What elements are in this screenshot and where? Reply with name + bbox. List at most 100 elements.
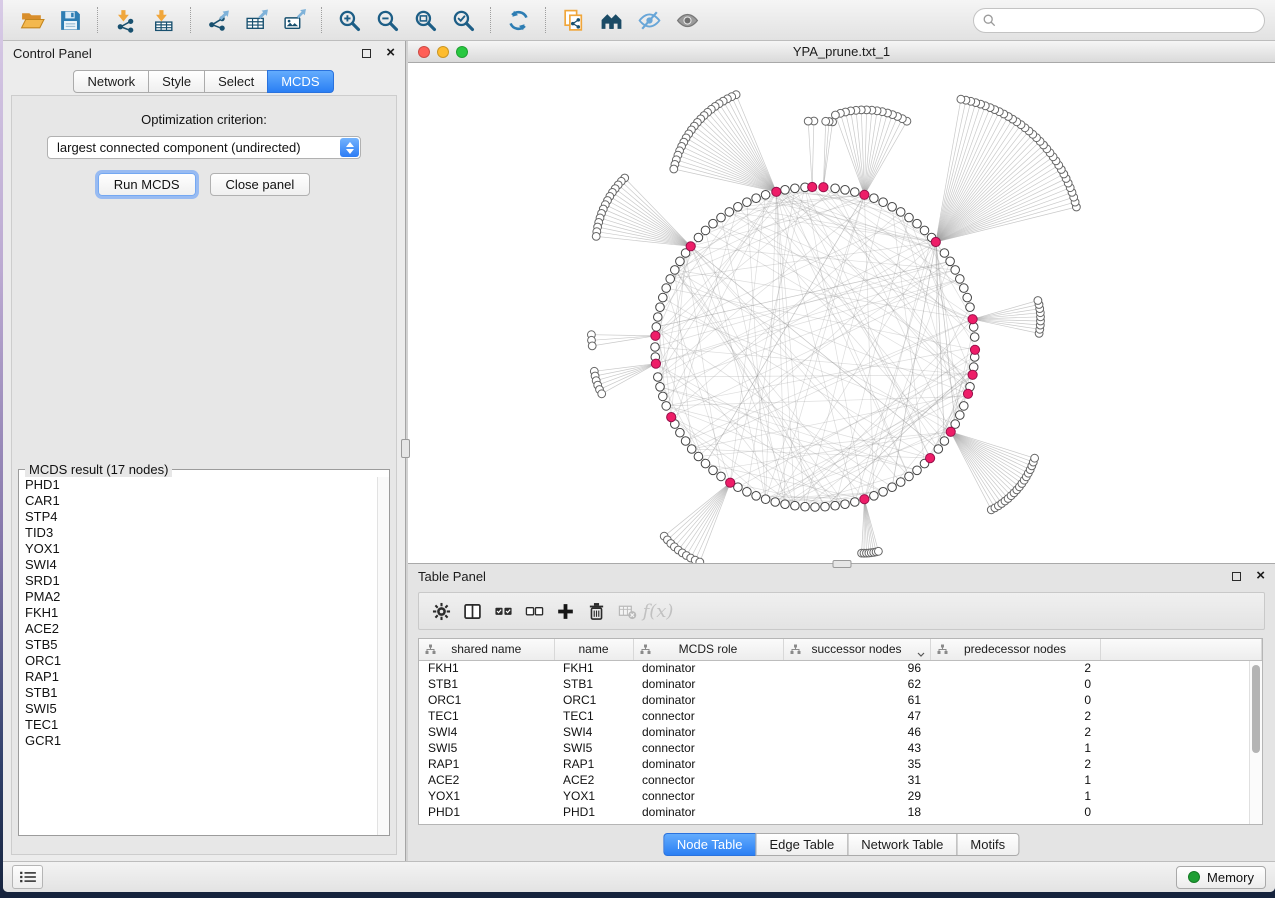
mcds-result-item[interactable]: RAP1 [19, 669, 389, 685]
mcds-result-item[interactable]: YOX1 [19, 541, 389, 557]
run-mcds-button[interactable]: Run MCDS [98, 173, 196, 196]
ring-node[interactable] [831, 501, 840, 510]
mcds-result-item[interactable]: PHD1 [19, 477, 389, 493]
open-file-button[interactable] [16, 5, 48, 35]
mcds-node[interactable] [931, 237, 940, 246]
table-row[interactable]: ORC1ORC1dominator610 [419, 692, 1262, 708]
tab-mcds[interactable]: MCDS [267, 70, 333, 93]
mcds-result-item[interactable]: STB5 [19, 637, 389, 653]
leaf-node[interactable] [598, 390, 606, 398]
tab-style[interactable]: Style [148, 70, 205, 93]
ring-node[interactable] [709, 466, 718, 475]
ring-node[interactable] [681, 437, 690, 446]
ring-node[interactable] [913, 219, 922, 228]
column-header-successor-nodes[interactable]: successor nodes [783, 639, 930, 660]
ring-node[interactable] [940, 437, 949, 446]
close-panel-icon[interactable]: × [1256, 571, 1265, 581]
export-network-button[interactable] [202, 5, 234, 35]
deselect-all-rows-button[interactable] [522, 599, 546, 623]
column-header-name[interactable]: name [554, 639, 633, 660]
import-network-button[interactable] [109, 5, 141, 35]
ring-node[interactable] [960, 402, 969, 411]
ring-node[interactable] [651, 343, 660, 352]
ring-node[interactable] [654, 313, 663, 322]
ring-node[interactable] [694, 233, 703, 242]
ring-node[interactable] [701, 226, 710, 235]
ring-node[interactable] [656, 303, 665, 312]
mcds-result-item[interactable]: TEC1 [19, 717, 389, 733]
ring-node[interactable] [905, 213, 914, 222]
ring-node[interactable] [652, 323, 661, 332]
mcds-node[interactable] [819, 183, 828, 192]
table-tab-node-table[interactable]: Node Table [663, 833, 757, 856]
create-column-button[interactable] [553, 599, 577, 623]
mcds-node[interactable] [651, 359, 660, 368]
mcds-result-item[interactable]: GCR1 [19, 733, 389, 749]
ring-node[interactable] [656, 383, 665, 392]
ring-node[interactable] [870, 492, 879, 501]
mcds-node[interactable] [772, 187, 781, 196]
ring-node[interactable] [725, 208, 734, 217]
network-graph[interactable] [408, 63, 1275, 563]
delete-column-button[interactable] [584, 599, 608, 623]
save-session-button[interactable] [54, 5, 86, 35]
ring-node[interactable] [946, 257, 955, 266]
ring-node[interactable] [934, 445, 943, 454]
ring-node[interactable] [956, 275, 965, 284]
ring-node[interactable] [920, 226, 929, 235]
ring-node[interactable] [743, 198, 752, 207]
zoom-out-button[interactable] [371, 5, 403, 35]
column-header-shared-name[interactable]: shared name [419, 639, 554, 660]
network-canvas[interactable] [408, 63, 1275, 563]
ring-node[interactable] [662, 284, 671, 293]
ring-node[interactable] [761, 495, 770, 504]
table-tab-network-table[interactable]: Network Table [847, 833, 957, 856]
ring-node[interactable] [752, 194, 761, 203]
table-row[interactable]: ACE2ACE2connector311 [419, 772, 1262, 788]
mcds-node[interactable] [968, 315, 977, 324]
mcds-node[interactable] [686, 242, 695, 251]
ring-node[interactable] [851, 498, 860, 507]
mcds-node[interactable] [651, 331, 660, 340]
ring-node[interactable] [687, 445, 696, 454]
ring-node[interactable] [888, 483, 897, 492]
optimization-criterion-select[interactable]: largest connected component (undirected) [47, 136, 361, 159]
show-columns-button[interactable] [460, 599, 484, 623]
search-input[interactable] [1002, 13, 1255, 28]
ring-node[interactable] [960, 284, 969, 293]
ring-node[interactable] [717, 213, 726, 222]
mcds-node[interactable] [926, 454, 935, 463]
leaf-node[interactable] [822, 117, 830, 125]
ring-node[interactable] [791, 184, 800, 193]
ring-node[interactable] [896, 208, 905, 217]
ring-node[interactable] [966, 303, 975, 312]
ring-node[interactable] [879, 488, 888, 497]
mcds-node[interactable] [667, 413, 676, 422]
tab-network[interactable]: Network [73, 70, 149, 93]
zoom-in-button[interactable] [333, 5, 365, 35]
tab-select[interactable]: Select [204, 70, 268, 93]
mcds-result-item[interactable]: CAR1 [19, 493, 389, 509]
mcds-node[interactable] [860, 190, 869, 199]
minimize-window-icon[interactable] [437, 46, 449, 58]
mcds-result-item[interactable]: STP4 [19, 509, 389, 525]
table-row[interactable]: RAP1RAP1dominator352 [419, 756, 1262, 772]
mcds-list-scrollbar[interactable] [377, 477, 389, 835]
ring-node[interactable] [841, 500, 850, 509]
show-graphics-details-button[interactable] [671, 5, 703, 35]
mcds-node[interactable] [963, 389, 972, 398]
export-table-button[interactable] [240, 5, 272, 35]
ring-node[interactable] [913, 466, 922, 475]
mcds-result-item[interactable]: ACE2 [19, 621, 389, 637]
select-all-rows-button[interactable] [491, 599, 515, 623]
ring-node[interactable] [717, 472, 726, 481]
ring-node[interactable] [888, 203, 897, 212]
close-window-icon[interactable] [418, 46, 430, 58]
ring-node[interactable] [963, 293, 972, 302]
ring-node[interactable] [956, 411, 965, 420]
ring-node[interactable] [879, 198, 888, 207]
ring-node[interactable] [781, 186, 790, 195]
ring-node[interactable] [654, 373, 663, 382]
leaf-node[interactable] [588, 342, 596, 350]
maximize-window-icon[interactable] [456, 46, 468, 58]
